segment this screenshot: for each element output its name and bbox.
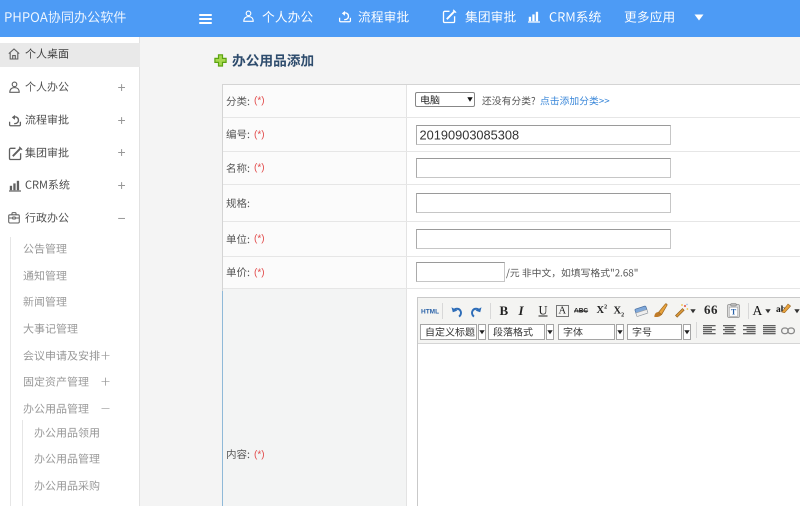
svg-text:T: T: [731, 308, 737, 317]
svg-text:HTML: HTML: [421, 309, 439, 316]
